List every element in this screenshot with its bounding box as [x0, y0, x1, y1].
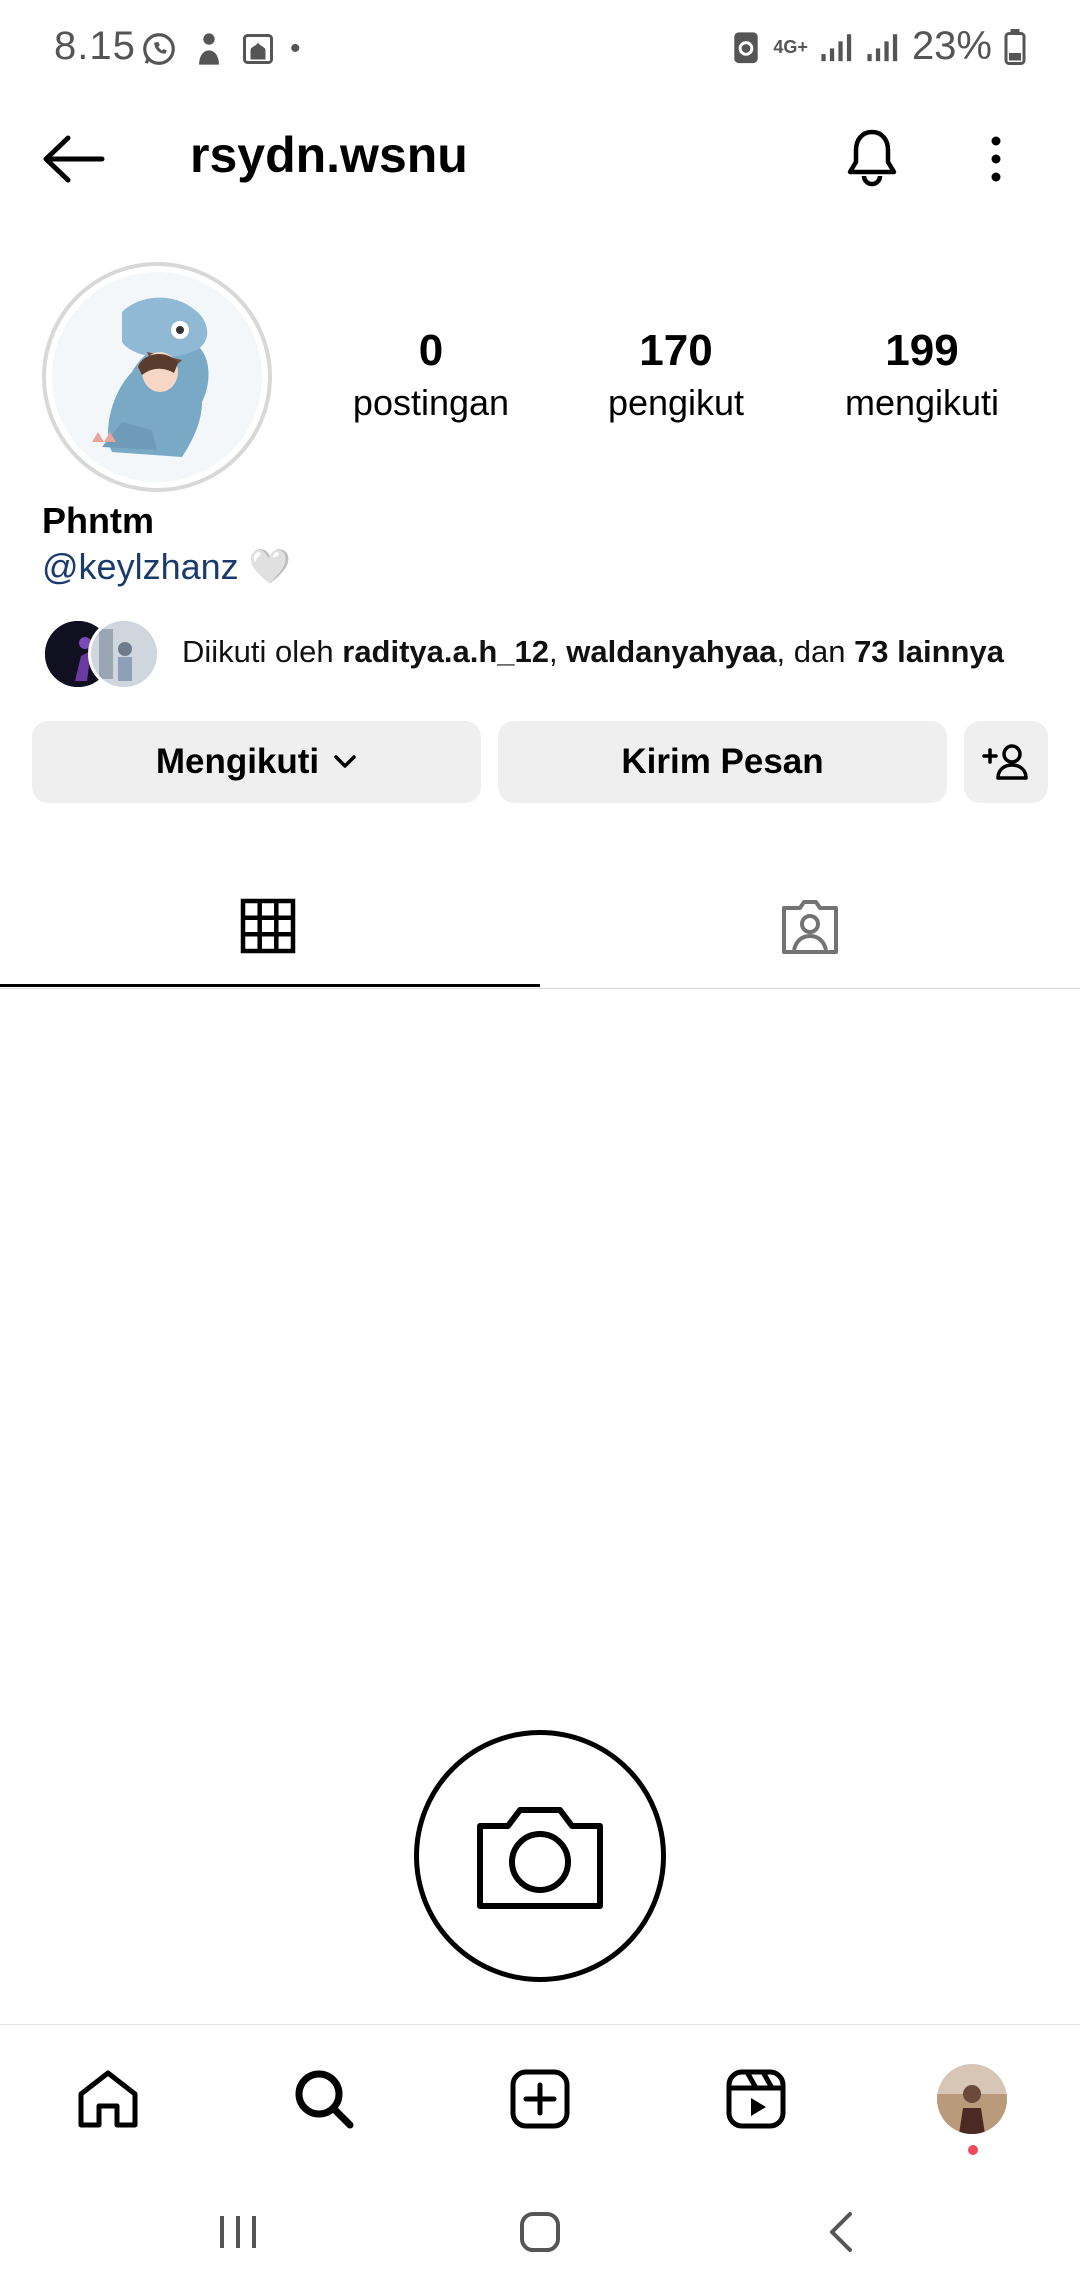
followers-label: pengikut	[607, 382, 745, 423]
more-vertical-icon	[991, 136, 1001, 182]
mutual-user-2[interactable]: waldanyahyaa	[566, 634, 776, 669]
bio-mention-link[interactable]: @keylzhanz	[42, 546, 239, 588]
bottom-navigation	[0, 2024, 1080, 2177]
plus-square-icon	[510, 2069, 570, 2129]
avatar-image	[52, 272, 262, 482]
stat-posts[interactable]: 0 postingan	[321, 326, 541, 424]
home-system-button[interactable]	[518, 2210, 562, 2254]
system-navigation-bar	[0, 2176, 1080, 2280]
recycle-icon	[731, 28, 761, 66]
dot-icon: •	[290, 32, 301, 65]
recent-apps-button[interactable]	[216, 2212, 260, 2252]
nav-home[interactable]	[68, 2059, 148, 2139]
nav-reels[interactable]	[716, 2059, 796, 2139]
signal-icon	[820, 32, 854, 62]
mutual-avatar-2	[88, 618, 160, 690]
followers-count: 170	[639, 326, 713, 375]
posts-count: 0	[418, 326, 444, 375]
profile-username: rsydn.wsnu	[190, 127, 468, 183]
stat-followers[interactable]: 170 pengikut	[566, 326, 786, 424]
recents-icon	[220, 2216, 256, 2248]
profile-avatar[interactable]	[42, 262, 272, 492]
grid-tab[interactable]	[240, 898, 296, 954]
mosque-icon	[240, 30, 276, 68]
following-count: 199	[885, 326, 959, 375]
back-button[interactable]	[40, 134, 106, 184]
signal-icon-2	[866, 32, 900, 62]
following-label: Mengikuti	[155, 742, 320, 781]
nav-profile[interactable]	[932, 2059, 1012, 2139]
home-icon	[78, 2070, 138, 2128]
mutual-followers-avatars[interactable]	[42, 618, 162, 690]
active-tab-indicator	[0, 984, 540, 987]
reels-icon	[726, 2069, 786, 2129]
camera-icon	[477, 1807, 603, 1909]
bell-icon	[847, 129, 897, 187]
status-notification-icons: •	[140, 30, 301, 68]
own-profile-avatar	[937, 2064, 1007, 2134]
following-label: mengikuti	[844, 382, 1000, 423]
status-right: 4G+ 23%	[731, 24, 1026, 69]
mutual-user-1[interactable]: raditya.a.h_12	[342, 634, 549, 669]
chevron-down-icon	[334, 755, 356, 768]
nav-search[interactable]	[284, 2059, 364, 2139]
display-name: Phntm	[42, 500, 154, 541]
battery-percent: 23%	[911, 24, 992, 68]
tagged-person-icon	[782, 900, 838, 954]
bio-mention[interactable]: @keylzhanz 🤍	[42, 546, 291, 588]
add-person-icon	[982, 744, 1028, 780]
more-options-button[interactable]	[976, 134, 1016, 184]
search-icon	[295, 2070, 354, 2129]
home-circle-icon	[520, 2212, 560, 2252]
back-system-button[interactable]	[826, 2210, 856, 2254]
tab-divider	[0, 988, 1080, 989]
battery-icon	[1004, 28, 1026, 65]
followed-by-prefix: Diikuti oleh	[182, 634, 343, 669]
arrow-left-icon	[43, 135, 105, 183]
following-button[interactable]: Mengikuti	[32, 721, 481, 803]
empty-posts-camera	[414, 1730, 666, 1982]
followed-mid: , dan	[776, 634, 855, 669]
chevron-left-icon	[830, 2212, 852, 2252]
nav-create[interactable]	[500, 2059, 580, 2139]
notification-dot	[968, 2145, 978, 2155]
message-button[interactable]: Kirim Pesan	[498, 721, 947, 803]
stat-following[interactable]: 199 mengikuti	[812, 326, 1032, 424]
notifications-button[interactable]	[842, 126, 902, 188]
message-label: Kirim Pesan	[621, 742, 824, 781]
mutual-followers-text[interactable]: Diikuti oleh raditya.a.h_12, waldanyahya…	[182, 634, 1004, 670]
tagged-tab[interactable]	[780, 898, 840, 956]
status-time: 8.15	[54, 24, 136, 68]
grid-icon	[240, 898, 296, 954]
posts-label: postingan	[352, 382, 510, 423]
whatsapp-icon	[140, 30, 178, 68]
app-notification-icon	[192, 30, 226, 68]
mutual-others[interactable]: 73 lainnya	[854, 634, 1004, 669]
suggested-users-button[interactable]	[964, 721, 1048, 803]
network-type: 4G+	[773, 36, 808, 57]
followed-sep: ,	[549, 634, 567, 669]
white-heart-emoji: 🤍	[248, 548, 291, 586]
